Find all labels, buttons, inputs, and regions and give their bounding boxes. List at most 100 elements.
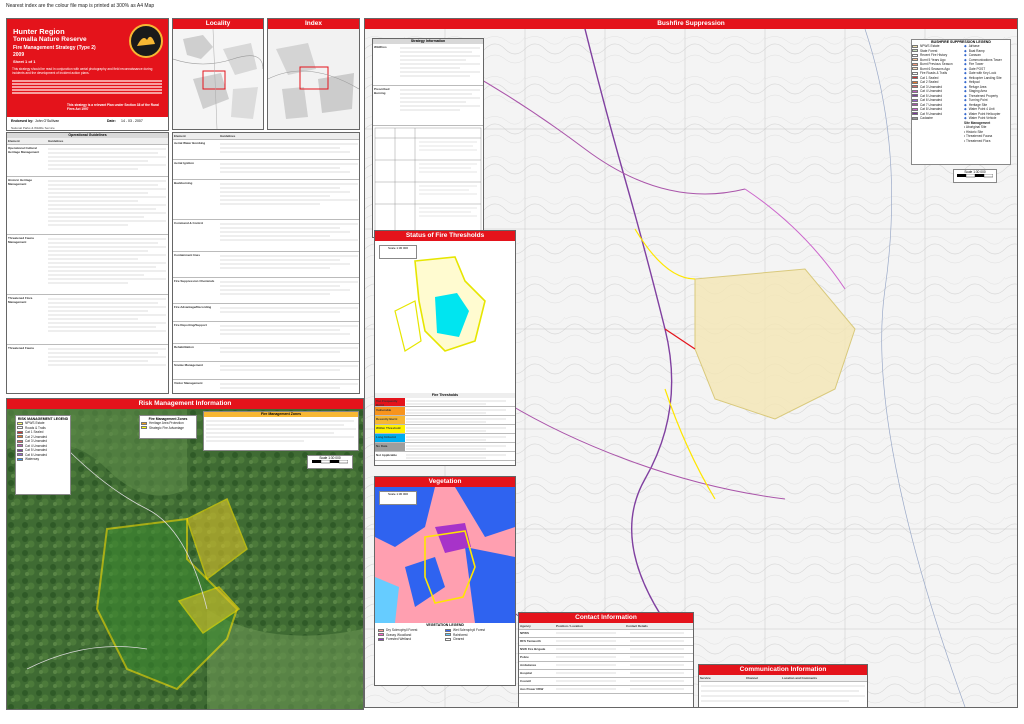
threshold-label: Long Unburnt bbox=[375, 434, 405, 442]
bushfire-legend-item-swatch bbox=[912, 53, 918, 57]
veg-legend-item-swatch bbox=[445, 637, 451, 641]
veg-legend-item-label: Forested Wetland bbox=[386, 637, 412, 642]
ops2-row-label: Containment lines bbox=[174, 253, 201, 257]
site-management-item: • Threatened Flora bbox=[964, 138, 991, 143]
ops2-row-label: Visitor Management bbox=[174, 381, 203, 385]
threshold-row: Long Unburnt bbox=[375, 434, 515, 443]
bushfire-legend-item-swatch bbox=[912, 112, 918, 116]
ops-row-label: Operational Cultural Heritage Management bbox=[8, 146, 40, 154]
agency-bottom: National Parks & Wildlife Service bbox=[11, 126, 55, 130]
ops2-row-text bbox=[219, 322, 359, 343]
risk-legend-item-label: Cat 3 Unsealed bbox=[25, 439, 47, 444]
threshold-row: Vulnerable bbox=[375, 407, 515, 416]
ops-header-guidelines: Guidelines bbox=[48, 139, 64, 143]
print-note: Nearest index are the colour file map is… bbox=[6, 3, 155, 9]
bushfire-legend-right: ◆ Airbase ◆ Boat Ramp ◆ Caravan ◆ Communication… bbox=[964, 44, 1010, 143]
thresholds-title: Status of Fire Thresholds bbox=[375, 231, 515, 241]
ops2-row-text bbox=[219, 160, 359, 179]
bushfire-title: Bushfire Suppression bbox=[365, 19, 1017, 29]
bushfire-symbol-label: Water Point 4 Unit bbox=[968, 107, 995, 112]
ops-row-text bbox=[47, 145, 168, 176]
veg-legend: Dry Sclerophyll Forest Wet Sclerophyll Fo… bbox=[375, 627, 515, 643]
contact-agency: RFS Tamworth bbox=[520, 639, 541, 643]
ops2-row-text bbox=[219, 252, 359, 277]
ops2-row-text bbox=[219, 380, 359, 393]
bushfire-legend-item-label: Cat 8 Unsealed bbox=[920, 107, 942, 112]
risk-legend-item-swatch bbox=[17, 426, 23, 430]
bushfire-legend-item-swatch bbox=[912, 49, 918, 53]
veg-legend-item-swatch bbox=[378, 628, 384, 632]
bushfire-legend-item-swatch bbox=[912, 76, 918, 80]
ops-header-element: Element bbox=[8, 139, 20, 143]
thresholds-map bbox=[375, 241, 515, 393]
threshold-row: Within Threshold bbox=[375, 425, 515, 434]
contact-agency: Hospital bbox=[520, 671, 532, 675]
map-symbol-icon: ◆ bbox=[964, 75, 967, 80]
sheet-number: Sheet 1 of 1 bbox=[13, 59, 36, 64]
contact-row: Ambulance bbox=[519, 662, 693, 670]
ops2-row-label: Command & Control bbox=[174, 221, 204, 225]
bushfire-legend-item-label: Cat 5 Unsealed bbox=[920, 93, 942, 98]
risk-legend-item-swatch bbox=[17, 430, 23, 434]
threshold-label: Recently Burnt bbox=[375, 416, 405, 424]
threshold-text bbox=[405, 452, 515, 460]
contact-details bbox=[555, 686, 693, 693]
map-symbol-icon: ◆ bbox=[964, 111, 967, 116]
ops2-row-label: Fire Advantage/Recording bbox=[174, 305, 212, 309]
strategy-row-label: Wildfires bbox=[374, 45, 387, 49]
bushfire-symbol-label: Water Point Vehicle bbox=[968, 116, 997, 121]
map-symbol-icon: ◆ bbox=[964, 80, 967, 85]
intro-text: This strategy should be read in conjunct… bbox=[12, 67, 153, 75]
veg-legend-item-swatch bbox=[445, 633, 451, 637]
contact-row: Hospital bbox=[519, 670, 693, 678]
date-label: Date: bbox=[107, 119, 116, 123]
risk-legend-items: NPWS Estate Roads & Trails Cat 1 Sealed Cat… bbox=[17, 421, 69, 462]
endorsed-by: John O'Sullivan bbox=[35, 119, 60, 123]
year: 2009 bbox=[13, 52, 25, 58]
bushfire-symbol-label: Airbase bbox=[968, 44, 980, 49]
veg-legend-item-label: Cleared bbox=[453, 637, 465, 642]
threshold-row: Too Frequently Burnt bbox=[375, 398, 515, 407]
risk-legend-item-label: Cat 1 Sealed bbox=[25, 430, 44, 435]
threshold-label: Not Applicable bbox=[375, 452, 405, 460]
risk-management-panel: Risk Management Information RISK MANAGEM… bbox=[6, 398, 364, 710]
ops2-row-label: Backburning bbox=[174, 181, 193, 185]
contact-row: NSW Fire Brigade bbox=[519, 646, 693, 654]
threshold-row: Not Applicable bbox=[375, 452, 515, 461]
bushfire-legend-item-swatch bbox=[912, 89, 918, 93]
strategy-row-text bbox=[399, 44, 483, 85]
threshold-text bbox=[405, 416, 515, 424]
contact-information-panel: Contact Information Agency Position / Lo… bbox=[518, 612, 694, 708]
thresholds-table: Too Frequently Burnt Vulnerable Recently B… bbox=[375, 398, 515, 461]
strategy-information-panel: Strategy Information Wildfires Prescribe… bbox=[372, 38, 484, 238]
bushfire-legend-item-swatch bbox=[912, 58, 918, 62]
contact-agency: Ambulance bbox=[520, 663, 537, 667]
contact-details bbox=[555, 678, 693, 685]
bushfire-symbol-label: Helipad bbox=[968, 80, 980, 85]
ops2-row-text bbox=[219, 344, 359, 361]
ops-row-text bbox=[47, 295, 168, 344]
contact-details bbox=[555, 654, 693, 661]
ops-row-label: Threatened Fauna Management bbox=[8, 236, 34, 244]
bushfire-legend-item-label: Cat 4 Unsealed bbox=[920, 89, 942, 94]
bushfire-legend-item-swatch bbox=[912, 98, 918, 102]
fire-thresholds-panel: Status of Fire Thresholds Scale 1:30 000… bbox=[374, 230, 516, 466]
contact-agency: NSW Fire Brigade bbox=[520, 647, 546, 651]
contact-agency: Police bbox=[520, 655, 529, 659]
bushfire-symbol-label: Boat Ramp bbox=[968, 48, 985, 53]
contact-row: Aus Power NSW bbox=[519, 686, 693, 694]
vegetation-scale: Scale 1:30 000 bbox=[379, 491, 417, 505]
bushfire-legend-item-swatch bbox=[912, 103, 918, 107]
risk-legend-item-swatch bbox=[17, 435, 23, 439]
bushfire-legend-item-swatch bbox=[912, 85, 918, 89]
title-block: Hunter Region Tomalla Nature Reserve Fir… bbox=[7, 19, 168, 117]
risk-legend-item-swatch bbox=[17, 448, 23, 452]
bushfire-legend-item-label: Cat 9 Unsealed bbox=[920, 111, 942, 116]
bushfire-legend-item-label: Cat 6 Unsealed bbox=[920, 98, 942, 103]
ops2-row-text bbox=[219, 362, 359, 379]
bushfire-symbol-label: Turning Point bbox=[968, 98, 988, 103]
contact-header-position: Position / Location bbox=[556, 624, 583, 628]
vegetation-panel: Vegetation Scale 1:30 000 VEGETATION LEG… bbox=[374, 476, 516, 686]
nsw-logo bbox=[129, 24, 163, 58]
contact-title: Contact Information bbox=[519, 613, 693, 623]
